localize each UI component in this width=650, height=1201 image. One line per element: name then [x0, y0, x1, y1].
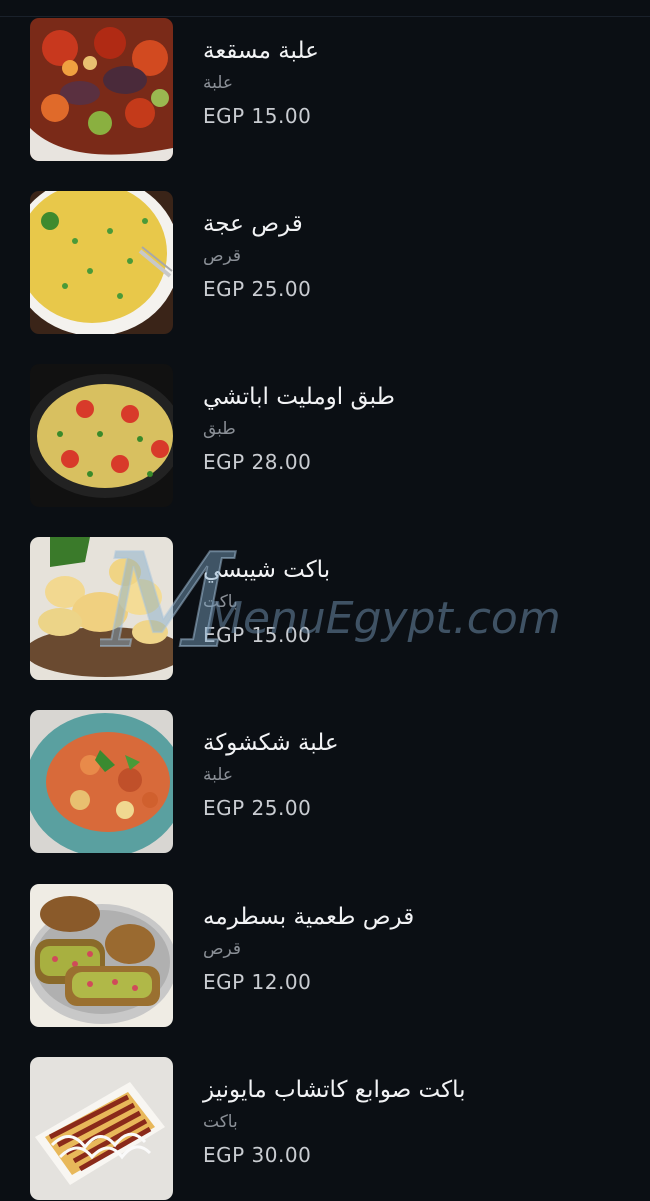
- item-price: EGP 12.00: [203, 970, 312, 994]
- item-price: EGP 28.00: [203, 450, 312, 474]
- item-unit: باكت: [203, 592, 238, 612]
- item-name: باكت صوابع كاتشاب مايونيز: [203, 1077, 466, 1103]
- item-unit: قرص: [203, 246, 242, 266]
- omelette-disc-photo: [30, 191, 173, 334]
- item-price: EGP 25.00: [203, 796, 312, 820]
- falafel-pastrami-photo: [30, 884, 173, 1027]
- item-name: علبة شكشوكة: [203, 730, 339, 756]
- apache-omelette-pan-photo: [30, 364, 173, 507]
- fries-ketchup-mayo-photo: [30, 1057, 173, 1200]
- item-unit: قرص: [203, 939, 242, 959]
- menu-page: علبة مسقعة علبة EGP 15.00 قرص عجة قرص EG…: [0, 0, 650, 1201]
- menu-item-moussaka[interactable]: علبة مسقعة علبة EGP 15.00: [0, 18, 650, 164]
- item-info: علبة شكشوكة علبة EGP 25.00: [203, 728, 623, 821]
- menu-item-fries-ketchup-mayo[interactable]: باكت صوابع كاتشاب مايونيز باكت EGP 30.00: [0, 1057, 650, 1201]
- item-price: EGP 30.00: [203, 1143, 312, 1167]
- menu-item-chips[interactable]: باكت شيبسي باكت EGP 15.00: [0, 537, 650, 683]
- item-name: قرص طعمية بسطرمه: [203, 904, 415, 930]
- item-info: قرص طعمية بسطرمه قرص EGP 12.00: [203, 902, 623, 995]
- item-price: EGP 25.00: [203, 277, 312, 301]
- menu-item-omelette-disc[interactable]: قرص عجة قرص EGP 25.00: [0, 191, 650, 337]
- item-unit: طبق: [203, 419, 236, 439]
- item-info: قرص عجة قرص EGP 25.00: [203, 209, 623, 302]
- moussaka-tray-photo: [30, 18, 173, 161]
- menu-list: علبة مسقعة علبة EGP 15.00 قرص عجة قرص EG…: [0, 0, 650, 1201]
- item-name: قرص عجة: [203, 211, 303, 237]
- item-unit: علبة: [203, 73, 234, 93]
- item-name: طبق اومليت اباتشي: [203, 384, 395, 410]
- item-info: علبة مسقعة علبة EGP 15.00: [203, 36, 623, 129]
- item-unit: علبة: [203, 765, 234, 785]
- item-unit: باكت: [203, 1112, 238, 1132]
- item-price: EGP 15.00: [203, 104, 312, 128]
- item-name: باكت شيبسي: [203, 557, 331, 583]
- menu-item-shakshuka[interactable]: علبة شكشوكة علبة EGP 25.00: [0, 710, 650, 856]
- item-info: باكت صوابع كاتشاب مايونيز باكت EGP 30.00: [203, 1075, 623, 1168]
- item-name: علبة مسقعة: [203, 38, 319, 64]
- shakshuka-plate-photo: [30, 710, 173, 853]
- menu-item-apache-omelette[interactable]: طبق اومليت اباتشي طبق EGP 28.00: [0, 364, 650, 510]
- potato-chips-photo: [30, 537, 173, 680]
- menu-item-falafel-pastrami[interactable]: قرص طعمية بسطرمه قرص EGP 12.00: [0, 884, 650, 1030]
- item-info: طبق اومليت اباتشي طبق EGP 28.00: [203, 382, 623, 475]
- item-price: EGP 15.00: [203, 623, 312, 647]
- item-info: باكت شيبسي باكت EGP 15.00: [203, 555, 623, 648]
